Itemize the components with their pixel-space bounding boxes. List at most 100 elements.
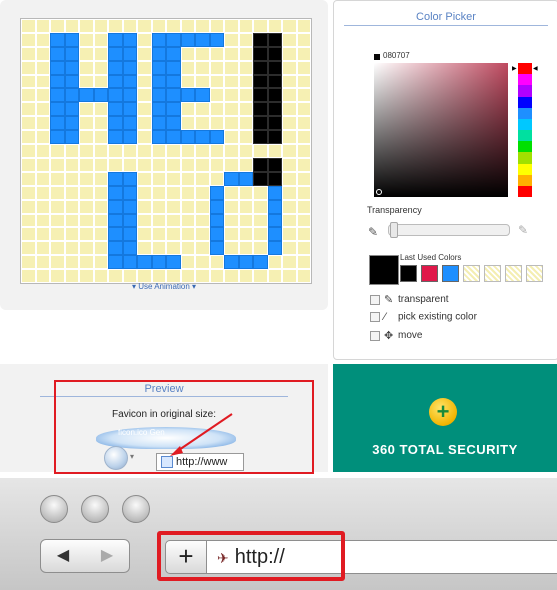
pixel-cell[interactable]: [253, 88, 268, 103]
pixel-cell[interactable]: [195, 102, 210, 117]
pixel-cell[interactable]: [267, 269, 282, 283]
pixel-cell[interactable]: [195, 88, 210, 103]
pixel-cell[interactable]: [238, 255, 253, 270]
pixel-cell[interactable]: [93, 116, 108, 131]
option-transparent[interactable]: ✎ transparent: [370, 293, 449, 306]
pixel-cell[interactable]: [137, 116, 152, 131]
pixel-cell[interactable]: [151, 46, 166, 61]
pixel-cell[interactable]: [180, 32, 195, 47]
pixel-cell[interactable]: [209, 255, 224, 270]
pixel-cell[interactable]: [64, 130, 79, 145]
recent-color-swatch[interactable]: [421, 265, 438, 282]
pixel-cell[interactable]: [50, 46, 65, 61]
pixel-cell[interactable]: [224, 32, 239, 47]
pixel-cell[interactable]: [108, 32, 123, 47]
pixel-cell[interactable]: [195, 157, 210, 172]
empty-color-slot[interactable]: [484, 265, 501, 282]
pixel-cell[interactable]: [166, 185, 181, 200]
pixel-cell[interactable]: [267, 171, 282, 186]
pixel-cell[interactable]: [195, 46, 210, 61]
pixel-cell[interactable]: [64, 213, 79, 228]
pixel-cell[interactable]: [108, 130, 123, 145]
pixel-cell[interactable]: [282, 227, 297, 242]
pixel-cell[interactable]: [137, 130, 152, 145]
pixel-cell[interactable]: [137, 269, 152, 283]
pixel-cell[interactable]: [238, 213, 253, 228]
pixel-cell[interactable]: [151, 19, 166, 33]
pixel-cell[interactable]: [79, 60, 94, 75]
pixel-cell[interactable]: [64, 32, 79, 47]
pixel-cell[interactable]: [296, 46, 311, 61]
pixel-cell[interactable]: [166, 46, 181, 61]
pixel-cell[interactable]: [253, 130, 268, 145]
pixel-cell[interactable]: [93, 241, 108, 256]
hue-segment[interactable]: [518, 141, 532, 153]
pixel-cell[interactable]: [238, 269, 253, 283]
pixel-cell[interactable]: [151, 88, 166, 103]
pixel-cell[interactable]: [50, 171, 65, 186]
pixel-cell[interactable]: [166, 60, 181, 75]
pixel-cell[interactable]: [166, 102, 181, 117]
pixel-cell[interactable]: [238, 157, 253, 172]
pixel-cell[interactable]: [180, 116, 195, 131]
pixel-cell[interactable]: [224, 130, 239, 145]
pixel-cell[interactable]: [282, 269, 297, 283]
pixel-cell[interactable]: [224, 116, 239, 131]
pixel-cell[interactable]: [166, 32, 181, 47]
pixel-cell[interactable]: [137, 74, 152, 89]
pixel-cell[interactable]: [151, 144, 166, 158]
pixel-cell[interactable]: [137, 185, 152, 200]
pixel-cell[interactable]: [108, 255, 123, 270]
pixel-cell[interactable]: [93, 88, 108, 103]
pixel-cell[interactable]: [267, 185, 282, 200]
pixel-cell[interactable]: [166, 144, 181, 158]
pixel-cell[interactable]: [50, 60, 65, 75]
transparent-checkbox[interactable]: [370, 294, 380, 305]
recent-color-swatch[interactable]: [400, 265, 417, 282]
pixel-cell[interactable]: [64, 171, 79, 186]
pixel-cell[interactable]: [253, 227, 268, 242]
pixel-cell[interactable]: [93, 60, 108, 75]
pixel-cell[interactable]: [296, 144, 311, 158]
pixel-cell[interactable]: [296, 60, 311, 75]
pixel-cell[interactable]: [50, 213, 65, 228]
pixel-cell[interactable]: [238, 19, 253, 33]
pixel-cell[interactable]: [209, 241, 224, 256]
pixel-cell[interactable]: [21, 60, 36, 75]
pixel-cell[interactable]: [50, 185, 65, 200]
pixel-cell[interactable]: [93, 74, 108, 89]
pixel-cell[interactable]: [180, 213, 195, 228]
pixel-cell[interactable]: [224, 199, 239, 214]
pixel-cell[interactable]: [224, 213, 239, 228]
pixel-cell[interactable]: [209, 32, 224, 47]
pixel-cell[interactable]: [166, 227, 181, 242]
pixel-cell[interactable]: [21, 102, 36, 117]
pixel-cell[interactable]: [224, 157, 239, 172]
pixel-cell[interactable]: [79, 144, 94, 158]
pixel-cell[interactable]: [282, 185, 297, 200]
pixel-cell[interactable]: [50, 269, 65, 283]
pixel-cell[interactable]: [180, 60, 195, 75]
pixel-cell[interactable]: [267, 199, 282, 214]
pixel-cell[interactable]: [180, 19, 195, 33]
pixel-cell[interactable]: [108, 74, 123, 89]
pixel-cell[interactable]: [282, 171, 297, 186]
pixel-cell[interactable]: [151, 241, 166, 256]
pixel-cell[interactable]: [64, 74, 79, 89]
pixel-cell[interactable]: [151, 102, 166, 117]
pixel-cell[interactable]: [282, 213, 297, 228]
pixel-cell[interactable]: [79, 199, 94, 214]
pixel-cell[interactable]: [296, 171, 311, 186]
pixel-cell[interactable]: [296, 157, 311, 172]
pixel-cell[interactable]: [35, 116, 50, 131]
pixel-cell[interactable]: [180, 185, 195, 200]
option-move[interactable]: ✥ move: [370, 329, 422, 342]
pixel-cell[interactable]: [137, 88, 152, 103]
pixel-cell[interactable]: [50, 130, 65, 145]
pixel-cell[interactable]: [166, 19, 181, 33]
pixel-cell[interactable]: [253, 32, 268, 47]
pixel-cell[interactable]: [122, 88, 137, 103]
pixel-cell[interactable]: [238, 60, 253, 75]
pixel-cell[interactable]: [35, 241, 50, 256]
pixel-cell[interactable]: [296, 227, 311, 242]
